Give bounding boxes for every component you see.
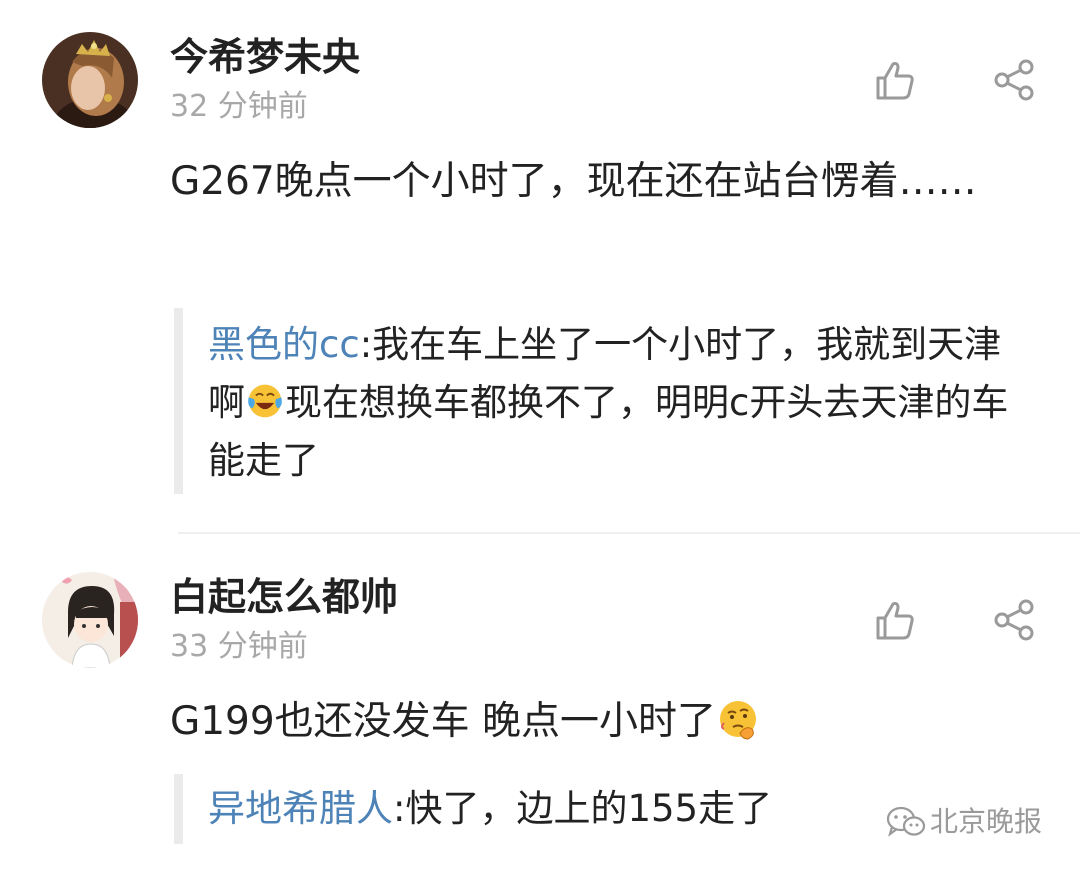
reply-text-continued: 现在想换车都换不了，明明c开头去天津的车能走了: [208, 381, 1009, 482]
timestamp: 32 分钟前: [170, 89, 308, 124]
username[interactable]: 今希梦未央: [170, 38, 360, 76]
username[interactable]: 白起怎么都帅: [170, 578, 398, 616]
watermark: 北京晚报: [886, 800, 1042, 844]
reply-bar: [174, 774, 183, 844]
reply-username[interactable]: 黑色的cc: [208, 323, 360, 366]
comment-text: G199也还没发车 晚点一小时了: [170, 686, 1030, 758]
reply-separator: :: [359, 323, 373, 366]
thinking-emoji: [720, 701, 757, 740]
watermark-text: 北京晚报: [930, 805, 1043, 838]
comment-text-content: G199也还没发车 晚点一小时了: [170, 699, 717, 744]
avatar[interactable]: [42, 572, 138, 668]
thumbs-up-icon[interactable]: [872, 58, 916, 102]
wechat-icon: [886, 806, 926, 837]
divider: [178, 532, 1080, 534]
reply-bar: [174, 308, 183, 494]
avatar[interactable]: [42, 32, 138, 128]
reply-block: 黑色的cc:我在车上坐了一个小时了，我就到天津啊 现在想换车都换不了，明明c开头去…: [174, 308, 1034, 494]
comment-item: 今希梦未央 32 分钟前 G267晚点一个小时了，现在还在站台愣着…… 黑色的c…: [0, 0, 1080, 540]
reply-content: 黑色的cc:我在车上坐了一个小时了，我就到天津啊 现在想换车都换不了，明明c开头去…: [208, 316, 1038, 490]
reply-separator: :: [393, 787, 406, 830]
timestamp: 33 分钟前: [170, 629, 308, 664]
thumbs-up-icon[interactable]: [872, 598, 916, 642]
share-icon[interactable]: [992, 598, 1036, 642]
reply-text: 快了，边上的155走了: [405, 787, 773, 830]
comment-text: G267晚点一个小时了，现在还在站台愣着……: [170, 159, 977, 204]
share-icon[interactable]: [992, 58, 1036, 102]
crying-laughing-emoji: [248, 384, 282, 418]
reply-username[interactable]: 异地希腊人: [208, 787, 393, 830]
